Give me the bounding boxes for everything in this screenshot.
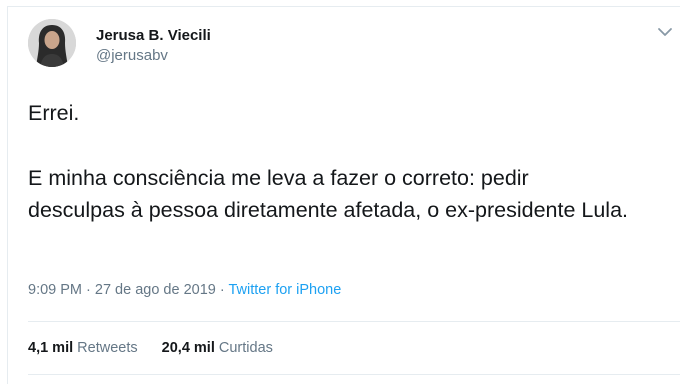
tweet-card: Jerusa B. Viecili @jerusabv Errei. E min…	[7, 6, 680, 384]
divider	[28, 374, 680, 375]
tweet-text: Errei. E minha consciência me leva a faz…	[28, 97, 628, 226]
author-name[interactable]: Jerusa B. Viecili	[96, 27, 211, 44]
likes-count: 20,4 mil	[161, 340, 215, 356]
tweet-stats: 4,1 mil Retweets 20,4 mil Curtidas	[28, 340, 273, 356]
likes-stat[interactable]: 20,4 mil Curtidas	[162, 340, 273, 356]
likes-label: Curtidas	[218, 340, 273, 356]
retweets-label: Retweets	[77, 340, 138, 356]
avatar-image	[28, 19, 76, 67]
retweets-count: 4,1 mil	[28, 340, 74, 356]
source-link[interactable]: Twitter for iPhone	[228, 282, 341, 298]
tweet-text-line: Errei.	[28, 101, 80, 125]
meta-separator: ·	[215, 282, 229, 298]
retweets-stat[interactable]: 4,1 mil Retweets	[28, 340, 138, 356]
divider	[28, 321, 680, 322]
tweet-meta: 9:09 PM · 27 de ago de 2019 · Twitter fo…	[28, 282, 341, 298]
author-handle[interactable]: @jerusabv	[96, 47, 168, 64]
chevron-down-icon[interactable]	[656, 25, 674, 39]
timestamp[interactable]: 9:09 PM · 27 de ago de 2019	[28, 282, 216, 298]
tweet-text-line: E minha consciência me leva a fazer o co…	[28, 166, 629, 222]
avatar[interactable]	[28, 19, 76, 67]
